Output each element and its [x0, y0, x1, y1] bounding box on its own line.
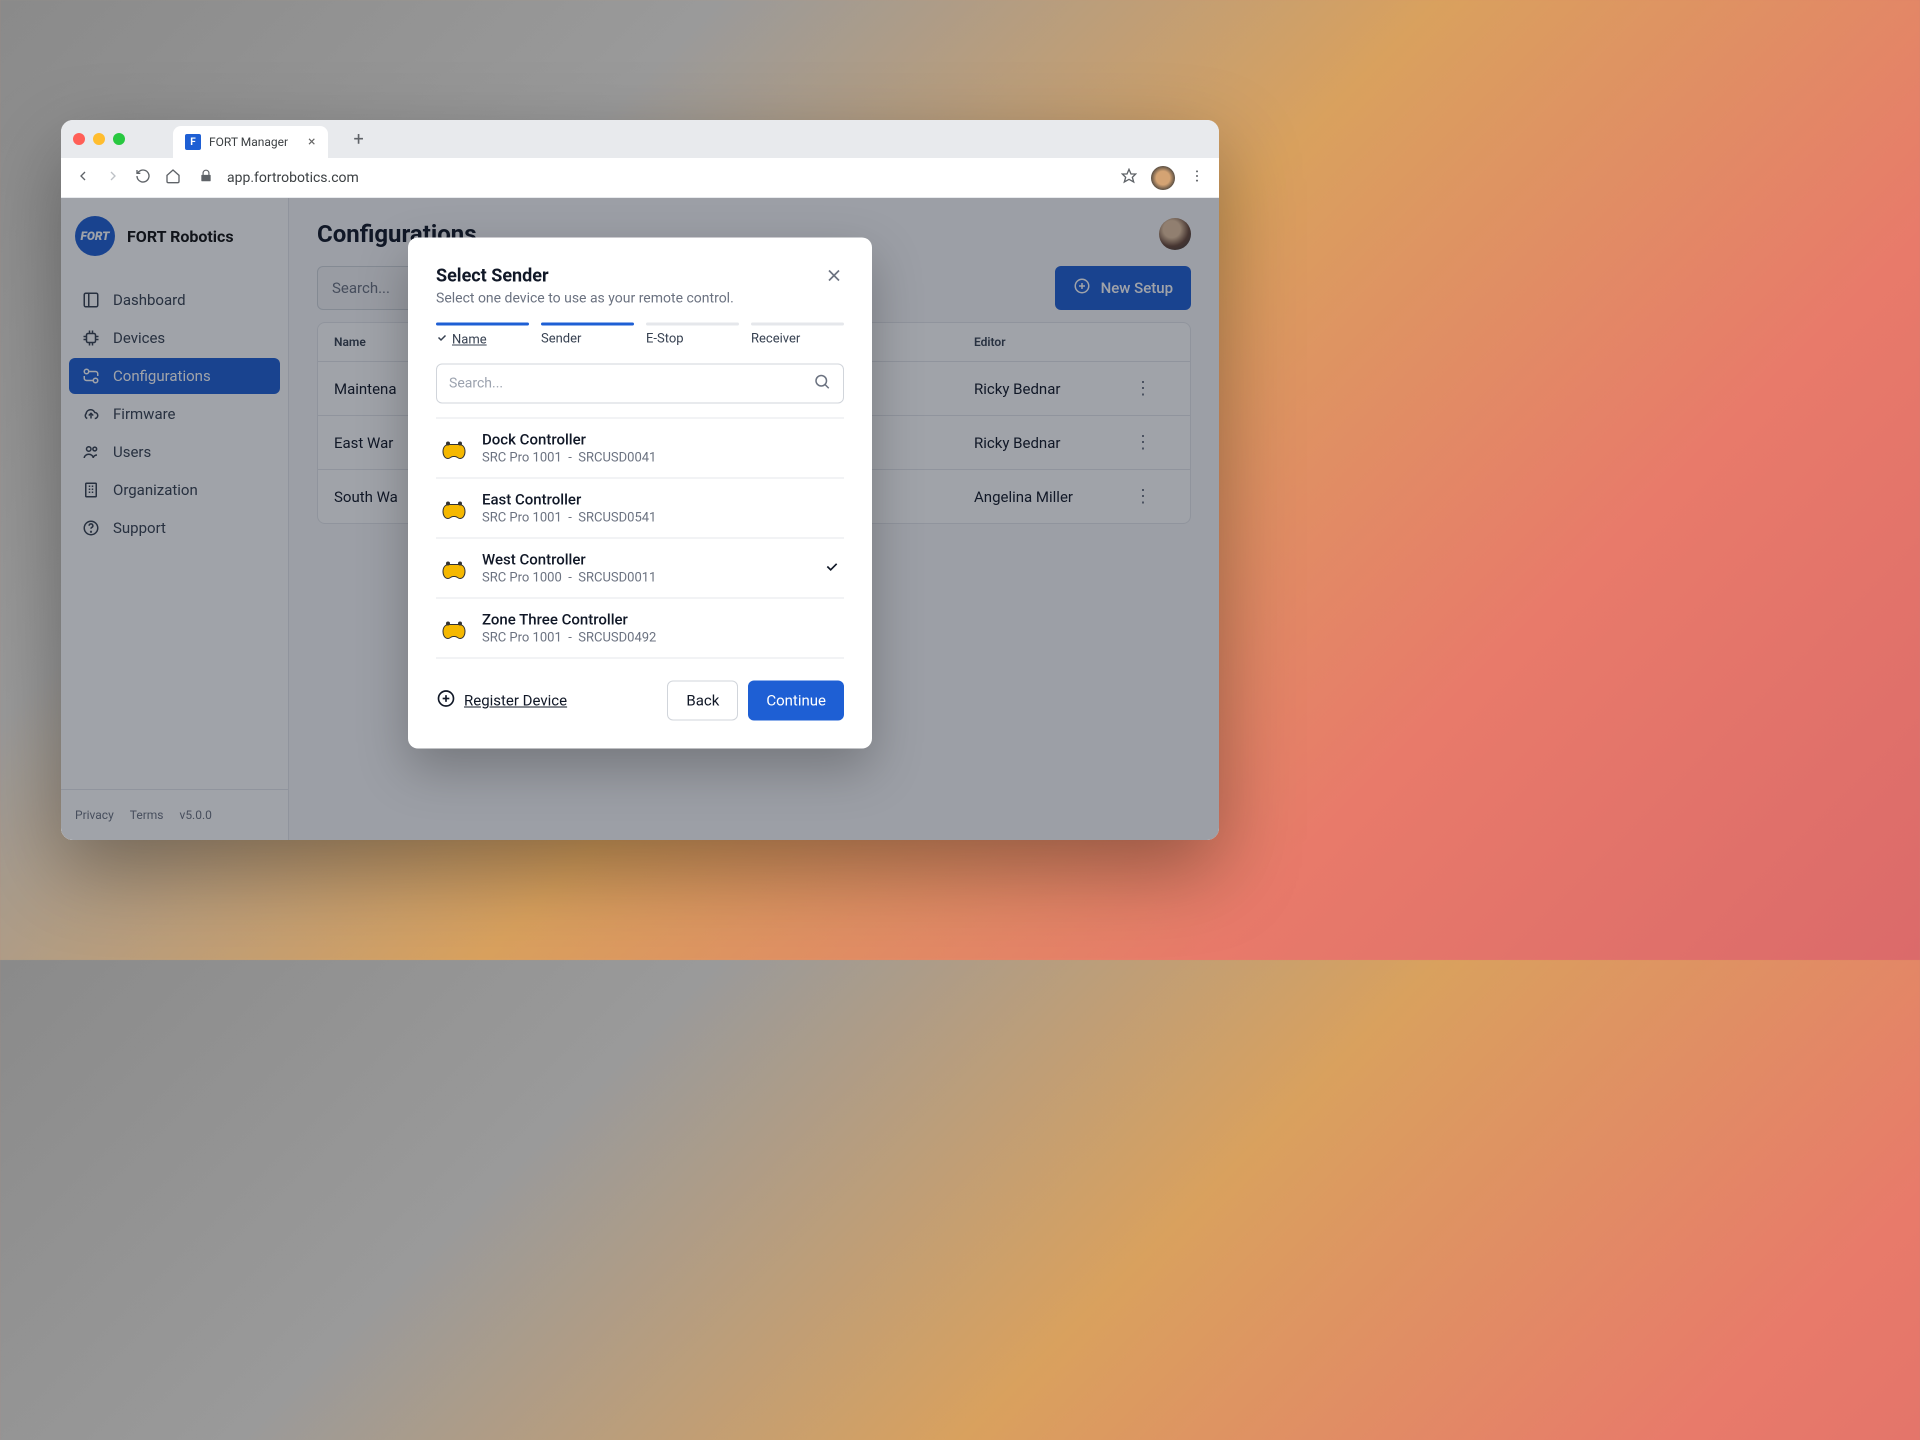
modal-close-button[interactable] — [824, 266, 844, 290]
register-device-link[interactable]: Register Device — [436, 689, 567, 713]
device-name: Dock Controller — [482, 431, 840, 449]
device-item[interactable]: Zone Three Controller SRC Pro 1001 - SRC… — [436, 599, 844, 659]
chrome-menu-icon[interactable] — [1189, 168, 1205, 188]
step-label-text: E-Stop — [646, 332, 739, 347]
window-close[interactable] — [73, 133, 85, 145]
app-body: FORT FORT Robotics Dashboard Devices Con… — [61, 198, 1219, 840]
device-item[interactable]: West Controller SRC Pro 1000 - SRCUSD001… — [436, 539, 844, 599]
device-meta: SRC Pro 1001 - SRCUSD0492 — [482, 631, 840, 646]
step-label-text: Name — [452, 332, 487, 347]
selected-check-icon — [824, 558, 840, 578]
nav-home-icon[interactable] — [165, 168, 181, 188]
step-sender[interactable]: Sender — [541, 323, 634, 348]
register-label: Register Device — [464, 692, 567, 710]
window-controls — [73, 133, 125, 145]
device-name: East Controller — [482, 491, 840, 509]
controller-icon — [440, 497, 468, 519]
nav-forward-icon[interactable] — [105, 168, 121, 188]
device-item[interactable]: Dock Controller SRC Pro 1001 - SRCUSD004… — [436, 419, 844, 479]
device-meta: SRC Pro 1000 - SRCUSD0011 — [482, 571, 810, 586]
tab-title: FORT Manager — [209, 135, 288, 149]
device-list: Dock Controller SRC Pro 1001 - SRCUSD004… — [436, 418, 844, 659]
browser-tab[interactable]: F FORT Manager × — [173, 126, 328, 158]
search-icon — [813, 373, 831, 395]
tab-close-icon[interactable]: × — [308, 134, 315, 150]
device-name: Zone Three Controller — [482, 611, 840, 629]
browser-window: F FORT Manager × + app.fortrobotics.com — [61, 120, 1219, 840]
nav-back-icon[interactable] — [75, 168, 91, 188]
controller-icon — [440, 437, 468, 459]
modal-header: Select Sender Select one device to use a… — [436, 266, 844, 307]
step-receiver[interactable]: Receiver — [751, 323, 844, 348]
chrome-tab-strip: F FORT Manager × + — [61, 120, 1219, 158]
plus-circle-icon — [436, 689, 456, 713]
modal-search-input[interactable] — [436, 364, 844, 404]
url-bar[interactable]: app.fortrobotics.com — [227, 170, 1107, 186]
stepper: Name Sender E-Stop Receiver — [436, 323, 844, 348]
bookmark-star-icon[interactable] — [1121, 168, 1137, 188]
select-sender-modal: Select Sender Select one device to use a… — [408, 238, 872, 749]
device-name: West Controller — [482, 551, 810, 569]
check-icon — [436, 332, 448, 348]
controller-icon — [440, 557, 468, 579]
controller-icon — [440, 617, 468, 639]
modal-actions: Register Device Back Continue — [436, 681, 844, 721]
new-tab-button[interactable]: + — [354, 129, 364, 150]
continue-button[interactable]: Continue — [748, 681, 844, 721]
step-name[interactable]: Name — [436, 323, 529, 348]
chrome-profile-avatar[interactable] — [1151, 166, 1175, 190]
step-label-text: Sender — [541, 332, 634, 347]
window-maximize[interactable] — [113, 133, 125, 145]
nav-reload-icon[interactable] — [135, 168, 151, 188]
ssl-lock-icon[interactable] — [199, 169, 213, 187]
modal-title: Select Sender — [436, 266, 824, 287]
step-estop[interactable]: E-Stop — [646, 323, 739, 348]
modal-search-field[interactable] — [449, 376, 813, 392]
chrome-toolbar: app.fortrobotics.com — [61, 158, 1219, 198]
step-label-text: Receiver — [751, 332, 844, 347]
back-button[interactable]: Back — [667, 681, 738, 721]
window-minimize[interactable] — [93, 133, 105, 145]
favicon-icon: F — [185, 134, 201, 150]
device-meta: SRC Pro 1001 - SRCUSD0541 — [482, 511, 840, 526]
device-meta: SRC Pro 1001 - SRCUSD0041 — [482, 451, 840, 466]
device-item[interactable]: East Controller SRC Pro 1001 - SRCUSD054… — [436, 479, 844, 539]
modal-subtitle: Select one device to use as your remote … — [436, 291, 824, 307]
